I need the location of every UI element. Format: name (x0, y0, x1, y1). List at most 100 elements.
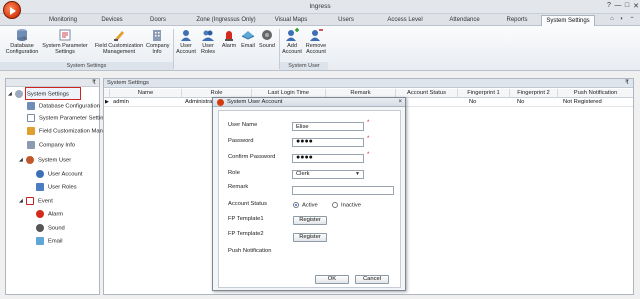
tree-item-company-info[interactable]: Company Info (27, 141, 75, 149)
pin-icon[interactable]: ₹ (92, 79, 96, 86)
remark-input[interactable] (292, 186, 394, 195)
database-icon (27, 102, 35, 110)
user-account-icon (36, 170, 44, 178)
required-marker: * (367, 152, 370, 158)
email-icon (36, 237, 44, 245)
tree-label: Alarm (48, 211, 64, 218)
tree-item-database-configuration[interactable]: Database Configuration (27, 102, 100, 110)
tree-label: Database Configuration (39, 103, 100, 110)
company-icon (27, 141, 35, 149)
tab-devices[interactable]: Devices (92, 15, 132, 26)
tab-reports[interactable]: Reports (497, 15, 537, 26)
home-icon[interactable]: ⌂ (608, 16, 616, 22)
expand-event-icon[interactable]: ◢ (19, 198, 23, 204)
column-header-fingerprint-1[interactable]: Fingerprint 1 (458, 89, 510, 98)
tree-label: System Parameter Settings (39, 115, 110, 122)
tree-item-sound[interactable]: Sound (36, 224, 65, 232)
sound-button[interactable]: Sound (258, 28, 276, 49)
fp-template2-label: FP Template2 (228, 231, 264, 237)
tab-attendance[interactable]: Attendance (442, 15, 487, 26)
company-info-label2: Info (152, 49, 162, 55)
app-logo-icon[interactable] (3, 1, 21, 19)
role-selected-value: Clerk (296, 171, 310, 177)
alarm-button[interactable]: Alarm (220, 28, 238, 49)
close-icon[interactable]: ✕ (631, 2, 640, 10)
role-select[interactable]: Clerk ▼ (292, 170, 364, 179)
tab-users[interactable]: Users (330, 15, 362, 26)
tree-label: Event (38, 198, 53, 205)
cell-fingerprint-1: No (469, 99, 477, 105)
system-parameter-label2: Settings (55, 49, 75, 55)
dialog-app-icon (217, 99, 224, 106)
add-account-button[interactable]: Add Account (281, 28, 303, 55)
cell-fingerprint-2: No (517, 99, 525, 105)
column-header-fingerprint-2[interactable]: Fingerprint 2 (510, 89, 558, 98)
tab-monitoring[interactable]: Monitoring (34, 15, 92, 26)
user-roles-icon (36, 183, 44, 191)
column-header-push-notification[interactable]: Push Notification (558, 89, 633, 98)
tab-zone[interactable]: Zone (Ingressus Only) (196, 15, 256, 26)
register-fp2-button[interactable]: Register (293, 233, 327, 242)
database-configuration-label2: Configuration (5, 49, 39, 55)
database-configuration-button[interactable]: Database Configuration (4, 28, 40, 55)
tree-item-alarm[interactable]: Alarm (36, 210, 63, 218)
field-customization-button[interactable]: Field Customization Management (91, 28, 147, 55)
tab-system-settings[interactable]: System Settings (541, 15, 595, 26)
pin-icon[interactable]: ₹ (625, 79, 629, 86)
system-user-icon (26, 156, 34, 164)
tree-item-email[interactable]: Email (36, 237, 63, 245)
tab-visual-maps[interactable]: Visual Maps (271, 15, 311, 26)
title-bar: Ingress ? — □ ✕ (0, 0, 640, 14)
role-label: Role (228, 170, 240, 176)
user-name-input[interactable] (292, 122, 364, 131)
ribbon: Database Configuration System Parameter … (0, 26, 640, 71)
remove-account-icon (310, 29, 323, 41)
tree-item-user-account[interactable]: User Account (36, 170, 82, 178)
alarm-icon (225, 31, 233, 41)
cancel-button[interactable]: Cancel (355, 275, 389, 284)
dialog-close-icon[interactable]: × (398, 98, 402, 107)
password-input[interactable]: ●●●● (292, 138, 364, 147)
add-account-icon (286, 28, 299, 41)
remove-account-button[interactable]: Remove Account (304, 28, 328, 55)
required-marker: * (367, 120, 370, 126)
collapse-ribbon-icon[interactable]: ⌃ (628, 16, 636, 23)
confirm-password-input[interactable]: ●●●● (292, 154, 364, 163)
expand-system-user-icon[interactable]: ◢ (19, 157, 23, 163)
column-header-name[interactable]: Name (110, 89, 182, 98)
user-account-button[interactable]: User Account (175, 28, 197, 55)
user-roles-button[interactable]: User Roles (198, 28, 218, 55)
user-account-label2: Account (176, 49, 196, 55)
tree-item-system-parameter-settings[interactable]: System Parameter Settings (27, 114, 110, 122)
status-inactive-radio[interactable]: Inactive (332, 202, 361, 209)
tab-doors[interactable]: Doors (138, 15, 178, 26)
password-label: Password (228, 138, 254, 144)
email-label: Email (241, 43, 255, 49)
window-title: Ingress (309, 3, 331, 10)
tree-item-event[interactable]: Event (26, 197, 53, 205)
status-inactive-label: Inactive (341, 202, 361, 209)
ribbon-group-system-settings: System Settings (0, 62, 173, 70)
ok-button[interactable]: OK (315, 275, 349, 284)
user-account-icon (181, 30, 191, 41)
company-info-button[interactable]: Company Info (146, 28, 170, 55)
account-status-label: Account Status (228, 201, 267, 207)
tree-item-system-settings[interactable]: System Settings (15, 90, 69, 98)
system-parameter-settings-button[interactable]: System Parameter Settings (42, 28, 88, 55)
dialog-title: System User Account (227, 99, 283, 105)
cell-push-notification: Not Registered (563, 99, 602, 105)
status-active-radio[interactable]: Active (293, 202, 318, 209)
tree-label: User Roles (48, 184, 77, 191)
field-customization-icon (114, 31, 124, 41)
email-button[interactable]: Email (239, 28, 257, 49)
expand-system-settings-icon[interactable]: ◢ (8, 91, 12, 97)
confirm-password-label: Confirm Password (228, 154, 276, 160)
fp-template1-label: FP Template1 (228, 216, 264, 222)
tree-item-user-roles[interactable]: User Roles (36, 183, 77, 191)
tree-item-system-user[interactable]: System User (26, 156, 71, 164)
ribbon-group-system-user: System User (280, 62, 328, 70)
theme-icon[interactable]: ◐ (618, 16, 626, 22)
tab-access-level[interactable]: Access Level (380, 15, 430, 26)
register-fp1-button[interactable]: Register (293, 216, 327, 225)
email-icon (241, 31, 255, 40)
